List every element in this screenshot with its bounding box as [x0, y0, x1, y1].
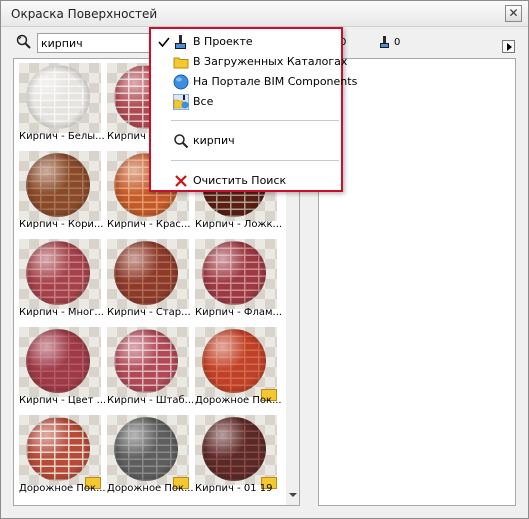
material-preview-sphere [26, 65, 90, 129]
window-title: Окраска Поверхностей [11, 7, 158, 21]
material-label: Кирпич - Цвет ... [19, 395, 105, 406]
menu-separator [171, 120, 339, 121]
search-icon [174, 134, 189, 149]
menu-item-label: В Загруженных Каталогах [193, 55, 348, 68]
material-tile[interactable]: Кирпич - Стар... [107, 239, 191, 321]
material-preview-sphere [202, 241, 266, 305]
material-preview-sphere [26, 153, 90, 217]
menu-item-recent-search[interactable]: кирпич [155, 132, 339, 150]
material-label: Кирпич - 01 19 [195, 483, 273, 494]
search-scope-menu: В Проекте В Загруженных Каталогах На Пор… [149, 27, 357, 192]
material-preview-sphere [114, 417, 178, 481]
menu-item-label: В Проекте [193, 35, 253, 48]
folder-icon [173, 57, 189, 69]
material-tile[interactable]: Кирпич - Кори... [19, 151, 103, 233]
material-preview-sphere [202, 417, 266, 481]
all-sources-icon [173, 94, 189, 110]
menu-item-label: Очистить Поиск [193, 174, 287, 187]
paint-brush-icon [380, 36, 389, 48]
material-label: Кирпич - Белы... [19, 131, 105, 142]
material-tile[interactable]: Кирпич - Мног... [19, 239, 104, 321]
menu-item-clear-search[interactable]: Очистить Поиск [155, 172, 339, 190]
globe-icon [173, 74, 189, 90]
material-tile[interactable]: Дорожное Пок... [107, 415, 193, 497]
paint-brush-icon [175, 35, 186, 49]
material-label: Кирпич - Кори... [19, 219, 104, 230]
material-tile[interactable]: Кирпич - Флам... [195, 239, 281, 321]
menu-separator [171, 160, 339, 161]
material-label: Кирпич - Крас... [107, 219, 191, 230]
counter-b: 0 [394, 37, 401, 48]
material-tile[interactable]: Дорожное Пок... [195, 327, 281, 409]
material-label: Дорожное Пок... [107, 483, 193, 494]
material-tile[interactable]: Кирпич - 01 19 [195, 415, 277, 497]
material-preview-sphere [26, 329, 90, 393]
title-bar: Окраска Поверхностей ✕ [1, 1, 528, 27]
material-label: Кирпич - Мног... [19, 307, 104, 318]
material-preview-sphere [114, 241, 178, 305]
material-label: Кирпич - Ложк... [195, 219, 281, 230]
material-preview-sphere [26, 241, 90, 305]
material-tile[interactable]: Кирпич - Штаб... [107, 327, 193, 409]
menu-item-label: кирпич [193, 134, 235, 147]
material-preview-sphere [202, 329, 266, 393]
menu-item-all[interactable]: Все [155, 93, 339, 111]
close-button[interactable]: ✕ [505, 5, 522, 22]
menu-item-label: Все [193, 95, 214, 108]
material-tile[interactable]: Кирпич - Белы... [19, 63, 105, 145]
preview-panel [318, 58, 516, 506]
material-label: Кирпич - Флам... [195, 307, 281, 318]
checkmark-icon [158, 37, 170, 48]
search-input[interactable] [37, 33, 165, 53]
material-label: Кирпич - Стар... [107, 307, 191, 318]
menu-item-loaded-catalogs[interactable]: В Загруженных Каталогах [155, 53, 347, 71]
menu-item-bim-portal[interactable]: На Портале BIM Components [155, 73, 357, 91]
material-label: Дорожное Пок... [195, 395, 281, 406]
material-preview-sphere [114, 329, 178, 393]
scroll-down-arrow[interactable] [289, 493, 297, 497]
search-icon [16, 34, 31, 49]
material-tile[interactable]: Кирпич - Цвет ... [19, 327, 105, 409]
material-tile[interactable]: Дорожное Пок... [19, 415, 105, 497]
menu-item-in-project[interactable]: В Проекте [155, 33, 339, 51]
material-label: Кирпич - Штаб... [107, 395, 193, 406]
menu-item-label: На Портале BIM Components [193, 75, 358, 88]
material-preview-sphere [26, 417, 90, 481]
clear-x-icon [175, 175, 187, 187]
material-label: Дорожное Пок... [19, 483, 105, 494]
expand-panel-button[interactable] [502, 40, 515, 53]
